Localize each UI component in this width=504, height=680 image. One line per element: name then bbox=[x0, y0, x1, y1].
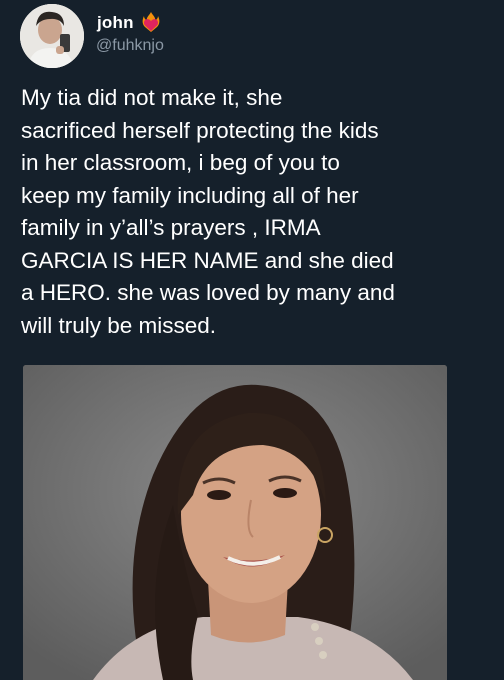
tweet-photo[interactable] bbox=[23, 365, 447, 680]
heart-on-fire-icon bbox=[142, 12, 160, 32]
author-avatar[interactable] bbox=[20, 4, 84, 68]
tweet-card: john @fuhknjo My tia did not make it, sh… bbox=[0, 0, 504, 680]
tweet-text: My tia did not make it, she sacrificed h… bbox=[21, 85, 395, 338]
author-handle[interactable]: @fuhknjo bbox=[96, 37, 164, 55]
author-name[interactable]: john bbox=[97, 13, 134, 33]
portrait-photo bbox=[23, 365, 447, 680]
avatar-image bbox=[20, 4, 84, 68]
